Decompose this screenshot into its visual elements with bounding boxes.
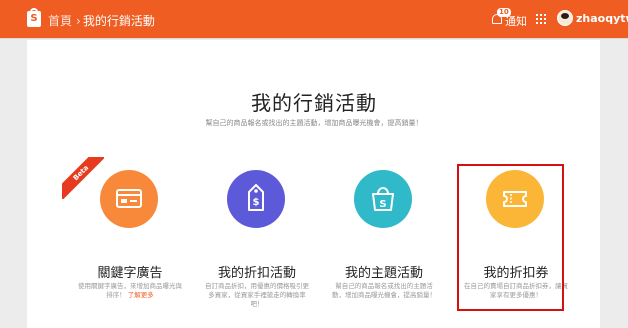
header-divider bbox=[0, 38, 628, 39]
theme-bag-icon: S bbox=[354, 170, 412, 228]
highlight-box bbox=[457, 164, 564, 311]
page-title: 我的行銷活動 bbox=[251, 91, 377, 115]
keyword-ad-icon bbox=[100, 170, 158, 228]
apps-grid-icon[interactable] bbox=[536, 14, 546, 24]
card-description: 幫自己的商品報名或找出的主題活動，增加商品曝光機會，提高銷量！ bbox=[332, 282, 436, 299]
breadcrumb-current: 我的行銷活動 bbox=[82, 14, 155, 28]
shopee-logo-icon[interactable]: S bbox=[27, 8, 41, 27]
card-title: 我的折扣活動 bbox=[217, 266, 296, 281]
discount-tag-icon: $ bbox=[227, 170, 285, 228]
svg-text:S: S bbox=[379, 199, 386, 210]
breadcrumb: 首頁 › 我的行銷活動 bbox=[48, 12, 155, 29]
breadcrumb-home[interactable]: 首頁 bbox=[48, 14, 72, 28]
username[interactable]: zhaoqytw bbox=[576, 12, 628, 25]
beta-ribbon: Beta bbox=[62, 157, 104, 199]
card-title: 我的主題活動 bbox=[344, 266, 423, 281]
svg-text:$: $ bbox=[253, 197, 260, 208]
theme-campaign-card[interactable]: S 我的主題活動 幫自己的商品報名或找出的主題活動，增加商品曝光機會，提高銷量！ bbox=[320, 170, 448, 320]
card-title: 關鍵字廣告 bbox=[97, 266, 163, 281]
learn-more-link[interactable]: 了解更多 bbox=[128, 291, 154, 299]
discount-campaign-card[interactable]: $ 我的折扣活動 自訂商品折扣，用優惠的價格吸引更多買家，從買家手裡搶走的轉換率… bbox=[193, 170, 321, 320]
card-description: 使用關鍵字廣告，來增加商品曝光與排序！ 了解更多 bbox=[78, 282, 182, 299]
card-description: 自訂商品折扣，用優惠的價格吸引更多買家，從買家手裡搶走的轉換率吧！ bbox=[205, 282, 309, 308]
avatar[interactable] bbox=[557, 10, 573, 26]
notifications-link[interactable]: 通知 bbox=[505, 13, 527, 29]
bell-icon[interactable]: 10 bbox=[491, 8, 511, 25]
page-subtitle: 幫自己的商品報名或找出的主題活動，增加商品曝光機會，提高銷量！ bbox=[205, 119, 423, 127]
top-header: S 首頁 ›我的行銷活動 10 通知 zhaoqytw bbox=[0, 0, 628, 38]
breadcrumb-separator: › bbox=[76, 14, 81, 28]
